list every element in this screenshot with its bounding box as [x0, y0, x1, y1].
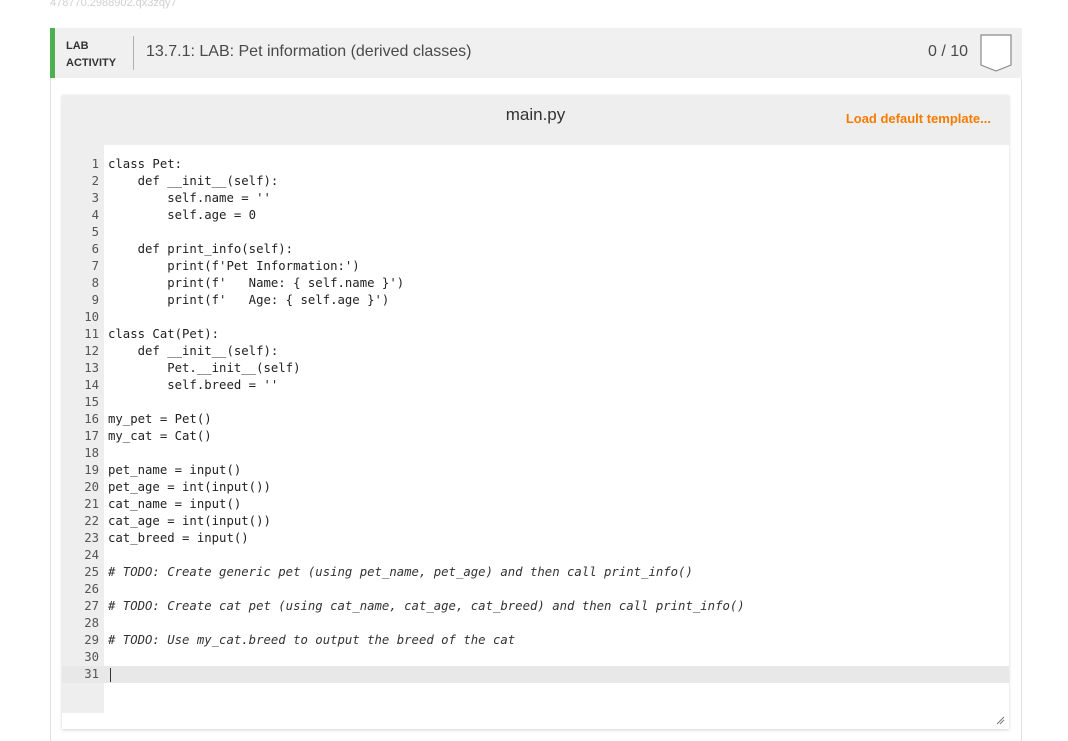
line-code: print(f' Age: { self.age }'): [108, 293, 390, 307]
line-number: 16: [84, 412, 99, 426]
line-number: 23: [84, 531, 99, 545]
code-editor: main.py Load default template... 1 class …: [62, 95, 1009, 729]
line-number: 29: [84, 633, 99, 647]
code-line[interactable]: 23 cat_breed = input(): [62, 530, 1009, 547]
line-code: class Cat(Pet):: [108, 327, 220, 341]
code-line[interactable]: 21 cat_name = input(): [62, 496, 1009, 513]
code-line[interactable]: 6 def print_info(self):: [62, 241, 1009, 258]
line-code: class Pet:: [108, 157, 183, 171]
line-number: 7: [91, 259, 99, 273]
code-line[interactable]: 1 class Pet:: [62, 156, 1009, 173]
editor-toolbar: main.py Load default template...: [62, 95, 1009, 145]
line-number: 10: [84, 310, 99, 324]
code-line[interactable]: 27 # TODO: Create cat pet (using cat_name…: [62, 598, 1009, 615]
line-number: 9: [91, 293, 99, 307]
code-line[interactable]: 8 print(f' Name: { self.name }'): [62, 275, 1009, 292]
line-number: 28: [84, 616, 99, 630]
line-code: print(f'Pet Information:'): [108, 259, 360, 273]
code-line[interactable]: 5: [62, 224, 1009, 241]
code-line[interactable]: 29 # TODO: Use my_cat.breed to output the…: [62, 632, 1009, 649]
code-line[interactable]: 17 my_cat = Cat(): [62, 428, 1009, 445]
line-code: def print_info(self):: [108, 242, 294, 256]
line-code: def __init__(self):: [108, 174, 279, 188]
code-line[interactable]: 14 self.breed = '': [62, 377, 1009, 394]
line-number: 19: [84, 463, 99, 477]
header-divider: [133, 36, 134, 70]
line-number: 3: [91, 191, 99, 205]
lab-header: LAB ACTIVITY 13.7.1: LAB: Pet informatio…: [50, 28, 1022, 78]
page-title: 13.7.1: LAB: Pet information (derived cl…: [146, 43, 472, 60]
line-number: 5: [91, 225, 99, 239]
code-line[interactable]: 31: [62, 666, 1009, 683]
line-number: 27: [84, 599, 99, 613]
text-cursor: [110, 668, 111, 682]
code-line[interactable]: 2 def __init__(self):: [62, 173, 1009, 190]
load-default-template-link[interactable]: Load default template...: [846, 111, 991, 126]
session-id: 478770.2988902.qx3zqy7: [50, 0, 177, 9]
code-line[interactable]: 30: [62, 649, 1009, 666]
line-code: pet_name = input(): [108, 463, 242, 477]
line-code: my_cat = Cat(): [108, 429, 212, 443]
code-line[interactable]: 25 # TODO: Create generic pet (using pet_…: [62, 564, 1009, 581]
line-code: # TODO: Use my_cat.breed to output the b…: [108, 633, 516, 647]
lab-label-line2: ACTIVITY: [66, 57, 117, 69]
line-code: self.breed = '': [108, 378, 279, 392]
code-line[interactable]: 26: [62, 581, 1009, 598]
line-code: my_pet = Pet(): [108, 412, 212, 426]
line-number: 13: [84, 361, 99, 375]
code-text-area[interactable]: 1 class Pet: 2 def __init__(self): 3 self.n…: [62, 156, 1009, 683]
line-number: 25: [84, 565, 99, 579]
code-line[interactable]: 16 my_pet = Pet(): [62, 411, 1009, 428]
line-code: pet_age = int(input()): [108, 480, 271, 494]
line-number: 18: [84, 446, 99, 460]
code-line[interactable]: 13 Pet.__init__(self): [62, 360, 1009, 377]
line-code: cat_age = int(input()): [108, 514, 271, 528]
line-code: self.age = 0: [108, 208, 257, 222]
code-line[interactable]: 3 self.name = '': [62, 190, 1009, 207]
line-number: 2: [91, 174, 99, 188]
line-code: self.name = '': [108, 191, 271, 205]
line-number: 1: [91, 157, 99, 171]
line-code: cat_breed = input(): [108, 531, 249, 545]
line-number: 20: [84, 480, 99, 494]
line-number: 31: [84, 667, 99, 681]
line-number: 12: [84, 344, 99, 358]
line-number: 4: [91, 208, 99, 222]
code-line[interactable]: 4 self.age = 0: [62, 207, 1009, 224]
code-line[interactable]: 10: [62, 309, 1009, 326]
line-number: 14: [84, 378, 99, 392]
code-line[interactable]: 22 cat_age = int(input()): [62, 513, 1009, 530]
code-line[interactable]: 12 def __init__(self):: [62, 343, 1009, 360]
line-number: 30: [84, 650, 99, 664]
line-number: 17: [84, 429, 99, 443]
code-line[interactable]: 18: [62, 445, 1009, 462]
line-code: print(f' Name: { self.name }'): [108, 276, 405, 290]
line-number: 21: [84, 497, 99, 511]
code-line[interactable]: 28: [62, 615, 1009, 632]
line-code: def __init__(self):: [108, 344, 279, 358]
code-line[interactable]: 9 print(f' Age: { self.age }'): [62, 292, 1009, 309]
score-text: 0 / 10: [928, 43, 969, 60]
lab-label-line1: LAB: [66, 40, 89, 52]
line-number: 22: [84, 514, 99, 528]
line-code: Pet.__init__(self): [108, 361, 301, 375]
code-line[interactable]: 11 class Cat(Pet):: [62, 326, 1009, 343]
code-line[interactable]: 19 pet_name = input(): [62, 462, 1009, 479]
code-line[interactable]: 7 print(f'Pet Information:'): [62, 258, 1009, 275]
code-line[interactable]: 20 pet_age = int(input()): [62, 479, 1009, 496]
line-number: 11: [84, 327, 99, 341]
line-number: 24: [84, 548, 99, 562]
line-number: 26: [84, 582, 99, 596]
line-number: 6: [91, 242, 99, 256]
line-code: # TODO: Create generic pet (using pet_na…: [108, 565, 693, 579]
lab-activity-label: LAB ACTIVITY: [66, 38, 116, 72]
line-number: 15: [84, 395, 99, 409]
resize-handle-icon[interactable]: [995, 715, 1005, 725]
line-code: # TODO: Create cat pet (using cat_name, …: [108, 599, 745, 613]
score-badge-icon: [980, 34, 1012, 72]
code-line[interactable]: 24: [62, 547, 1009, 564]
line-number: 8: [91, 276, 99, 290]
code-line[interactable]: 15: [62, 394, 1009, 411]
line-code: cat_name = input(): [108, 497, 242, 511]
